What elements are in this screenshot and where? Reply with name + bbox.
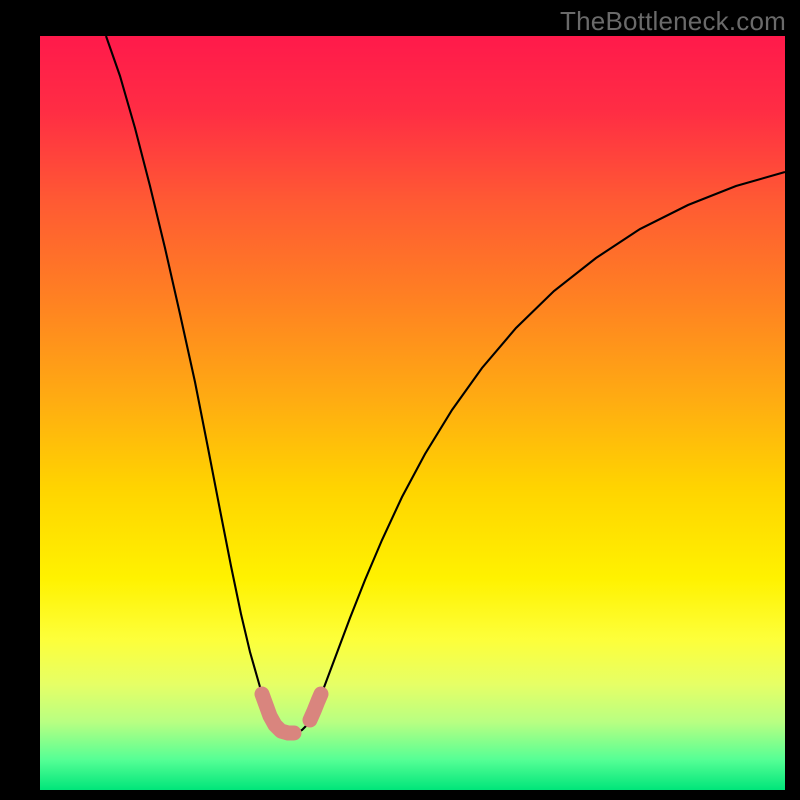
watermark-label: TheBottleneck.com — [560, 6, 786, 37]
chart-frame: TheBottleneck.com — [0, 0, 800, 800]
plot-area — [40, 36, 785, 790]
chart-svg — [0, 0, 800, 800]
highlight-right — [310, 694, 321, 720]
